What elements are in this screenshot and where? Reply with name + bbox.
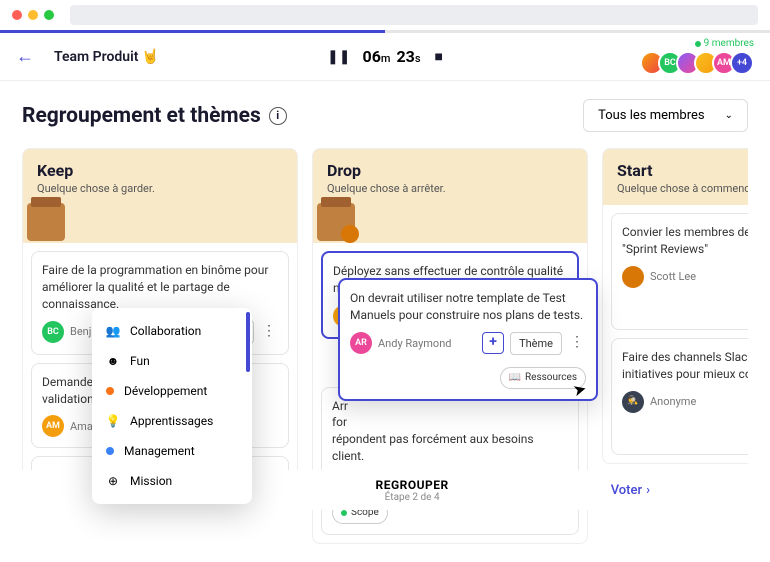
people-icon: 👥 — [106, 324, 120, 338]
smile-icon: ☻ — [106, 354, 120, 368]
timer-minutes: 06 — [363, 47, 381, 66]
chevron-down-icon: ⌄ — [725, 110, 733, 121]
card-footer: AR Andy Raymond + Thème ⋮ — [350, 332, 586, 355]
timer-controls: ❚❚ 06m 23s ■ — [327, 47, 443, 66]
window-close-dot[interactable] — [12, 10, 22, 20]
author-name: Anonyme — [650, 394, 748, 409]
members-count: 9 membres — [695, 38, 754, 49]
url-bar[interactable] — [70, 5, 758, 25]
dd-item-mission[interactable]: ⊕Mission — [92, 466, 252, 496]
stop-icon[interactable]: ■ — [434, 48, 442, 65]
author-name: Andy Raymond — [378, 336, 476, 351]
dd-item-collaboration[interactable]: 👥Collaboration — [92, 316, 252, 346]
info-icon[interactable]: i — [269, 107, 287, 125]
orange-dot-icon — [106, 387, 114, 395]
card[interactable]: Arrforrépondent pas forcément aux besoin… — [321, 387, 579, 536]
members-area: 9 membres BC AM +4 — [646, 38, 754, 75]
header-row: Regroupement et thèmes i Tous les membre… — [22, 99, 748, 132]
dd-item-dev[interactable]: Développement — [92, 376, 252, 406]
column-subtitle: Quelque chose à arrêter. — [327, 182, 573, 195]
back-button[interactable]: ← — [16, 46, 34, 67]
card-text: Convier les membres de l'équipe Mark"Spr… — [622, 224, 748, 258]
author-name: Scott Lee — [650, 269, 748, 284]
column-subtitle: Quelque chose à garder. — [37, 182, 283, 195]
author-avatar: AM — [42, 415, 64, 437]
cards-start: Convier les membres de l'équipe Mark"Spr… — [602, 205, 748, 464]
avatar-more[interactable]: +4 — [730, 51, 754, 75]
card-text: Faire des channels Slack dédiés à nos si… — [622, 349, 748, 383]
card-popup[interactable]: On devrait utiliser notre template de Te… — [338, 278, 598, 401]
bulb-icon: 💡 — [106, 414, 120, 428]
nav-step-sub: Étape 2 de 4 — [376, 492, 449, 503]
more-icon[interactable]: ⋮ — [260, 322, 278, 342]
author-avatar: AR — [350, 332, 372, 354]
dd-item-fun[interactable]: ☻Fun — [92, 346, 252, 376]
dropdown-scrollbar[interactable] — [246, 312, 250, 372]
card-footer: 🕵 Anonyme + — [622, 391, 748, 413]
card-footer: Scott Lee + — [622, 266, 748, 288]
members-filter-dropdown[interactable]: Tous les membres ⌄ — [583, 99, 748, 132]
nav-step-indicator: REGROUPER Étape 2 de 4 — [376, 478, 449, 503]
box-icon — [317, 203, 355, 241]
author-avatar — [622, 266, 644, 288]
column-header-start: Start Quelque chose à commencer. — [602, 148, 748, 205]
nav-vote[interactable]: Voter › — [611, 483, 650, 498]
blue-dot-icon — [106, 447, 114, 455]
column-title: Drop — [327, 161, 573, 180]
browser-chrome — [0, 0, 770, 30]
card[interactable]: Convier les membres de l'équipe Mark"Spr… — [611, 213, 748, 330]
column-title: Start — [617, 161, 748, 180]
add-button[interactable]: + — [482, 332, 504, 354]
target-icon: ⊕ — [106, 474, 120, 488]
window-min-dot[interactable] — [28, 10, 38, 20]
dd-item-learning[interactable]: 💡Apprentissages — [92, 406, 252, 436]
nav-step-label: REGROUPER — [376, 478, 449, 492]
topbar: ← Team Produit 🤘 ❚❚ 06m 23s ■ 9 membres … — [0, 33, 770, 81]
card-text: Arrforrépondent pas forcément aux besoin… — [332, 398, 568, 465]
card-text: Faire de la programmation en binôme pour… — [42, 262, 278, 312]
pause-icon[interactable]: ❚❚ — [327, 49, 350, 65]
filter-label: Tous les membres — [598, 108, 705, 123]
column-header-drop: Drop Quelque chose à arrêter. — [312, 148, 588, 243]
column-title: Keep — [37, 161, 283, 180]
timer-seconds: 23 — [396, 47, 414, 66]
window-max-dot[interactable] — [44, 10, 54, 20]
avatar-stack[interactable]: BC AM +4 — [646, 51, 754, 75]
box-icon — [27, 203, 65, 241]
card[interactable]: Faire des channels Slack dédiés à nos si… — [611, 338, 748, 455]
dd-item-management[interactable]: Management — [92, 436, 252, 466]
team-name: Team Produit 🤘 — [54, 49, 159, 65]
card-text: On devrait utiliser notre template de Te… — [350, 290, 586, 324]
page-title: Regroupement et thèmes i — [22, 104, 287, 128]
theme-button[interactable]: Thème — [510, 332, 562, 355]
theme-dropdown[interactable]: 👥Collaboration ☻Fun Développement 💡Appre… — [92, 308, 252, 504]
more-icon[interactable]: ⋮ — [568, 333, 586, 353]
anonymous-icon: 🕵 — [622, 391, 644, 413]
column-header-keep: Keep Quelque chose à garder. — [22, 148, 298, 243]
author-avatar: BC — [42, 321, 64, 343]
timer-display: 06m 23s — [363, 47, 423, 66]
column-subtitle: Quelque chose à commencer. — [617, 182, 748, 195]
